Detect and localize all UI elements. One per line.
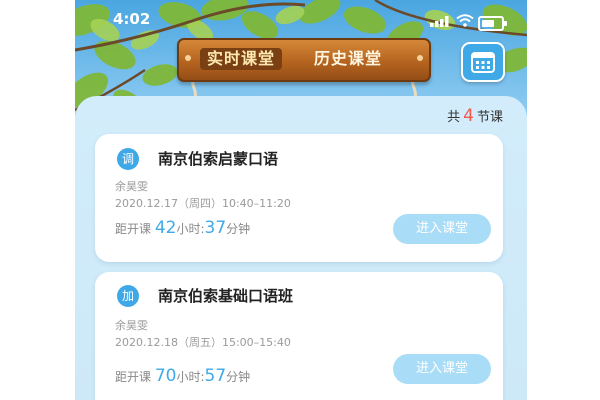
enter-classroom-button[interactable]: 进入课堂 [393,214,491,244]
calendar-button[interactable] [461,42,505,82]
nail-left-icon [185,55,191,61]
countdown-hours-unit: 小时: [176,222,205,236]
cellular-signal-icon [430,16,449,27]
app-screen: 4:02 实时课堂 历史课堂 共 4 节课 调 南京伯索启蒙口语 余昊雯 202… [75,0,527,400]
course-card[interactable]: 调 南京伯索启蒙口语 余昊雯 2020.12.17（周四）10:40–11:20… [95,134,503,262]
course-card[interactable]: 加 南京伯索基础口语班 余昊雯 2020.12.18（周五）15:00–15:4… [95,272,503,400]
course-count: 共 4 节课 [447,106,503,126]
tab-live-class[interactable]: 实时课堂 [200,48,283,70]
countdown-prefix: 距开课 [115,222,152,236]
status-time: 4:02 [113,10,151,28]
teacher-name: 余昊雯 [115,180,148,193]
countdown-prefix: 距开课 [115,370,152,384]
tab-history-class[interactable]: 历史课堂 [307,48,389,70]
course-datetime: 2020.12.18（周五）15:00–15:40 [115,336,291,349]
countdown-hours: 42 [154,218,177,238]
wifi-icon [456,14,474,27]
countdown-minutes-unit: 分钟 [226,222,251,236]
course-list-panel: 共 4 节课 调 南京伯索启蒙口语 余昊雯 2020.12.17（周四）10:40–… [75,96,527,400]
course-datetime: 2020.12.17（周四）10:40–11:20 [115,197,291,210]
teacher-name: 余昊雯 [115,319,148,332]
countdown-hours-unit: 小时: [176,370,205,384]
enter-classroom-button[interactable]: 进入课堂 [393,354,491,384]
tab-sign: 实时课堂 历史课堂 [177,38,431,82]
course-count-number: 4 [463,106,474,126]
course-count-suffix: 节课 [476,110,503,125]
countdown-hours: 70 [154,366,177,386]
countdown-minutes: 37 [204,218,227,238]
countdown-minutes-unit: 分钟 [226,370,251,384]
course-title: 南京伯索启蒙口语 [158,150,279,168]
course-type-badge: 调 [117,148,139,170]
battery-icon [478,16,507,31]
course-title: 南京伯索基础口语班 [158,287,294,305]
countdown-minutes: 57 [204,366,227,386]
countdown: 距开课 70小时:57分钟 [115,366,250,386]
countdown: 距开课 42小时:37分钟 [115,218,250,238]
course-type-badge: 加 [117,285,139,307]
nail-right-icon [417,55,423,61]
course-count-prefix: 共 [447,110,461,125]
calendar-icon [471,52,495,73]
status-bar: 4:02 [75,8,527,32]
